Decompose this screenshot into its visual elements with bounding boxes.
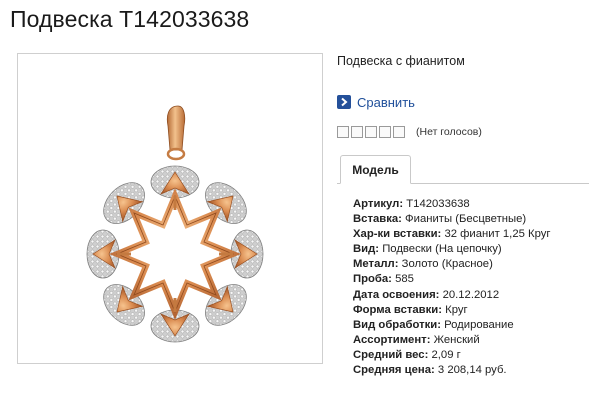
spec-row: Металл: Золото (Красное): [353, 257, 593, 272]
rating-widget: (Нет голосов): [337, 125, 482, 139]
spec-label: Металл:: [353, 258, 399, 271]
spec-value: Т142033638: [406, 198, 470, 210]
spec-label: Проба:: [353, 273, 392, 286]
spec-label: Ассортимент:: [353, 333, 431, 346]
spec-label: Вид:: [353, 243, 380, 256]
spec-row: Вид: Подвески (На цепочку): [353, 242, 593, 257]
votes-count: (Нет голосов): [416, 126, 482, 138]
compare-link[interactable]: Сравнить: [337, 94, 415, 110]
spec-row: Вид обработки: Родирование: [353, 318, 593, 333]
spec-value: Фианиты (Бесцветные): [405, 213, 527, 226]
spec-row: Ассортимент: Женский: [353, 333, 593, 348]
spec-value: 585: [395, 273, 414, 286]
tab-model[interactable]: Модель: [340, 155, 411, 184]
compare-label[interactable]: Сравнить: [357, 95, 415, 110]
rating-star-5[interactable]: [393, 126, 405, 138]
spec-value: Золото (Красное): [401, 258, 493, 271]
spec-row: Хар-ки вставки: 32 фианит 1,25 Круг: [353, 227, 593, 242]
spec-row: Вставка: Фианиты (Бесцветные): [353, 212, 593, 227]
spec-value: 20.12.2012: [442, 288, 500, 301]
spec-row: Дата освоения: 20.12.2012: [353, 288, 593, 303]
spec-value: 3 208,14 руб.: [437, 364, 507, 377]
specs-list: Артикул: Т142033638 Вставка: Фианиты (Бе…: [353, 197, 593, 378]
spec-label: Артикул:: [353, 198, 404, 210]
product-image-frame[interactable]: [17, 53, 323, 364]
spec-label: Вид обработки:: [353, 318, 441, 331]
spec-value: Подвески (На цепочку): [382, 243, 502, 256]
spec-row: Средняя цена: 3 208,14 руб.: [353, 363, 593, 378]
page-title: Подвеска Т142033638: [10, 6, 250, 32]
spec-value: 32 фианит 1,25 Круг: [444, 228, 551, 241]
rating-star-1[interactable]: [337, 126, 349, 138]
product-subtitle: Подвеска с фианитом: [337, 54, 465, 68]
spec-row: Проба: 585: [353, 272, 593, 287]
pendant-image: [86, 105, 264, 343]
spec-row: Форма вставки: Круг: [353, 303, 593, 318]
spec-label: Хар-ки вставки:: [353, 228, 442, 241]
spec-value: 2,09 г: [431, 348, 461, 361]
spec-label: Форма вставки:: [353, 303, 442, 316]
rating-star-3[interactable]: [365, 126, 377, 138]
chevron-right-icon: [337, 95, 351, 109]
spec-value: Круг: [445, 303, 468, 316]
rating-star-4[interactable]: [379, 126, 391, 138]
spec-value: Женский: [433, 333, 480, 346]
spec-label: Средний вес:: [353, 348, 429, 361]
spec-value: Родирование: [444, 318, 514, 331]
spec-label: Средняя цена:: [353, 364, 435, 377]
spec-row: Артикул: Т142033638: [353, 197, 593, 212]
spec-label: Дата освоения:: [353, 288, 440, 301]
spec-label: Вставка:: [353, 213, 402, 226]
rating-star-2[interactable]: [351, 126, 363, 138]
spec-row: Средний вес: 2,09 г: [353, 348, 593, 363]
